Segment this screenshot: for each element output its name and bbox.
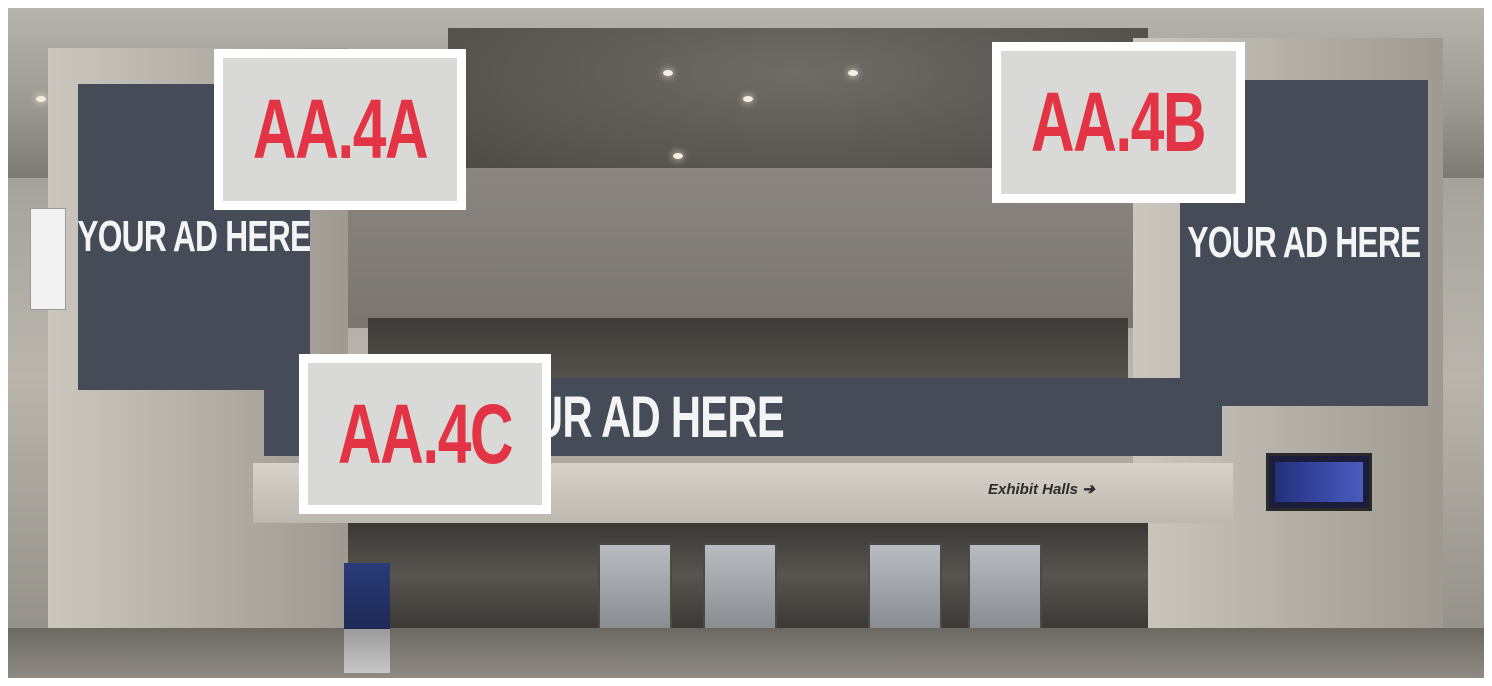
wall-poster <box>30 208 66 310</box>
label-text: AA.4B <box>1031 75 1207 169</box>
ceiling-light <box>743 96 753 102</box>
info-kiosk <box>344 563 390 673</box>
label-aa4a: AA.4A <box>214 49 466 210</box>
ceiling-light <box>673 153 683 159</box>
monitor-screen <box>1275 462 1363 502</box>
label-text: AA.4C <box>337 386 514 481</box>
ad-text: YOUR AD HERE <box>1187 218 1421 267</box>
ceiling-light <box>663 70 673 76</box>
wall-monitor <box>1266 453 1372 511</box>
label-text: AA.4A <box>252 82 429 176</box>
ceiling-light <box>848 70 858 76</box>
ad-text: YOUR AD HERE <box>77 212 311 261</box>
label-aa4b: AA.4B <box>992 42 1245 203</box>
ceiling-light <box>36 96 46 102</box>
floor <box>8 628 1484 678</box>
exhibit-halls-sign: Exhibit Halls ➔ <box>988 481 1095 498</box>
label-aa4c: AA.4C <box>299 354 551 514</box>
